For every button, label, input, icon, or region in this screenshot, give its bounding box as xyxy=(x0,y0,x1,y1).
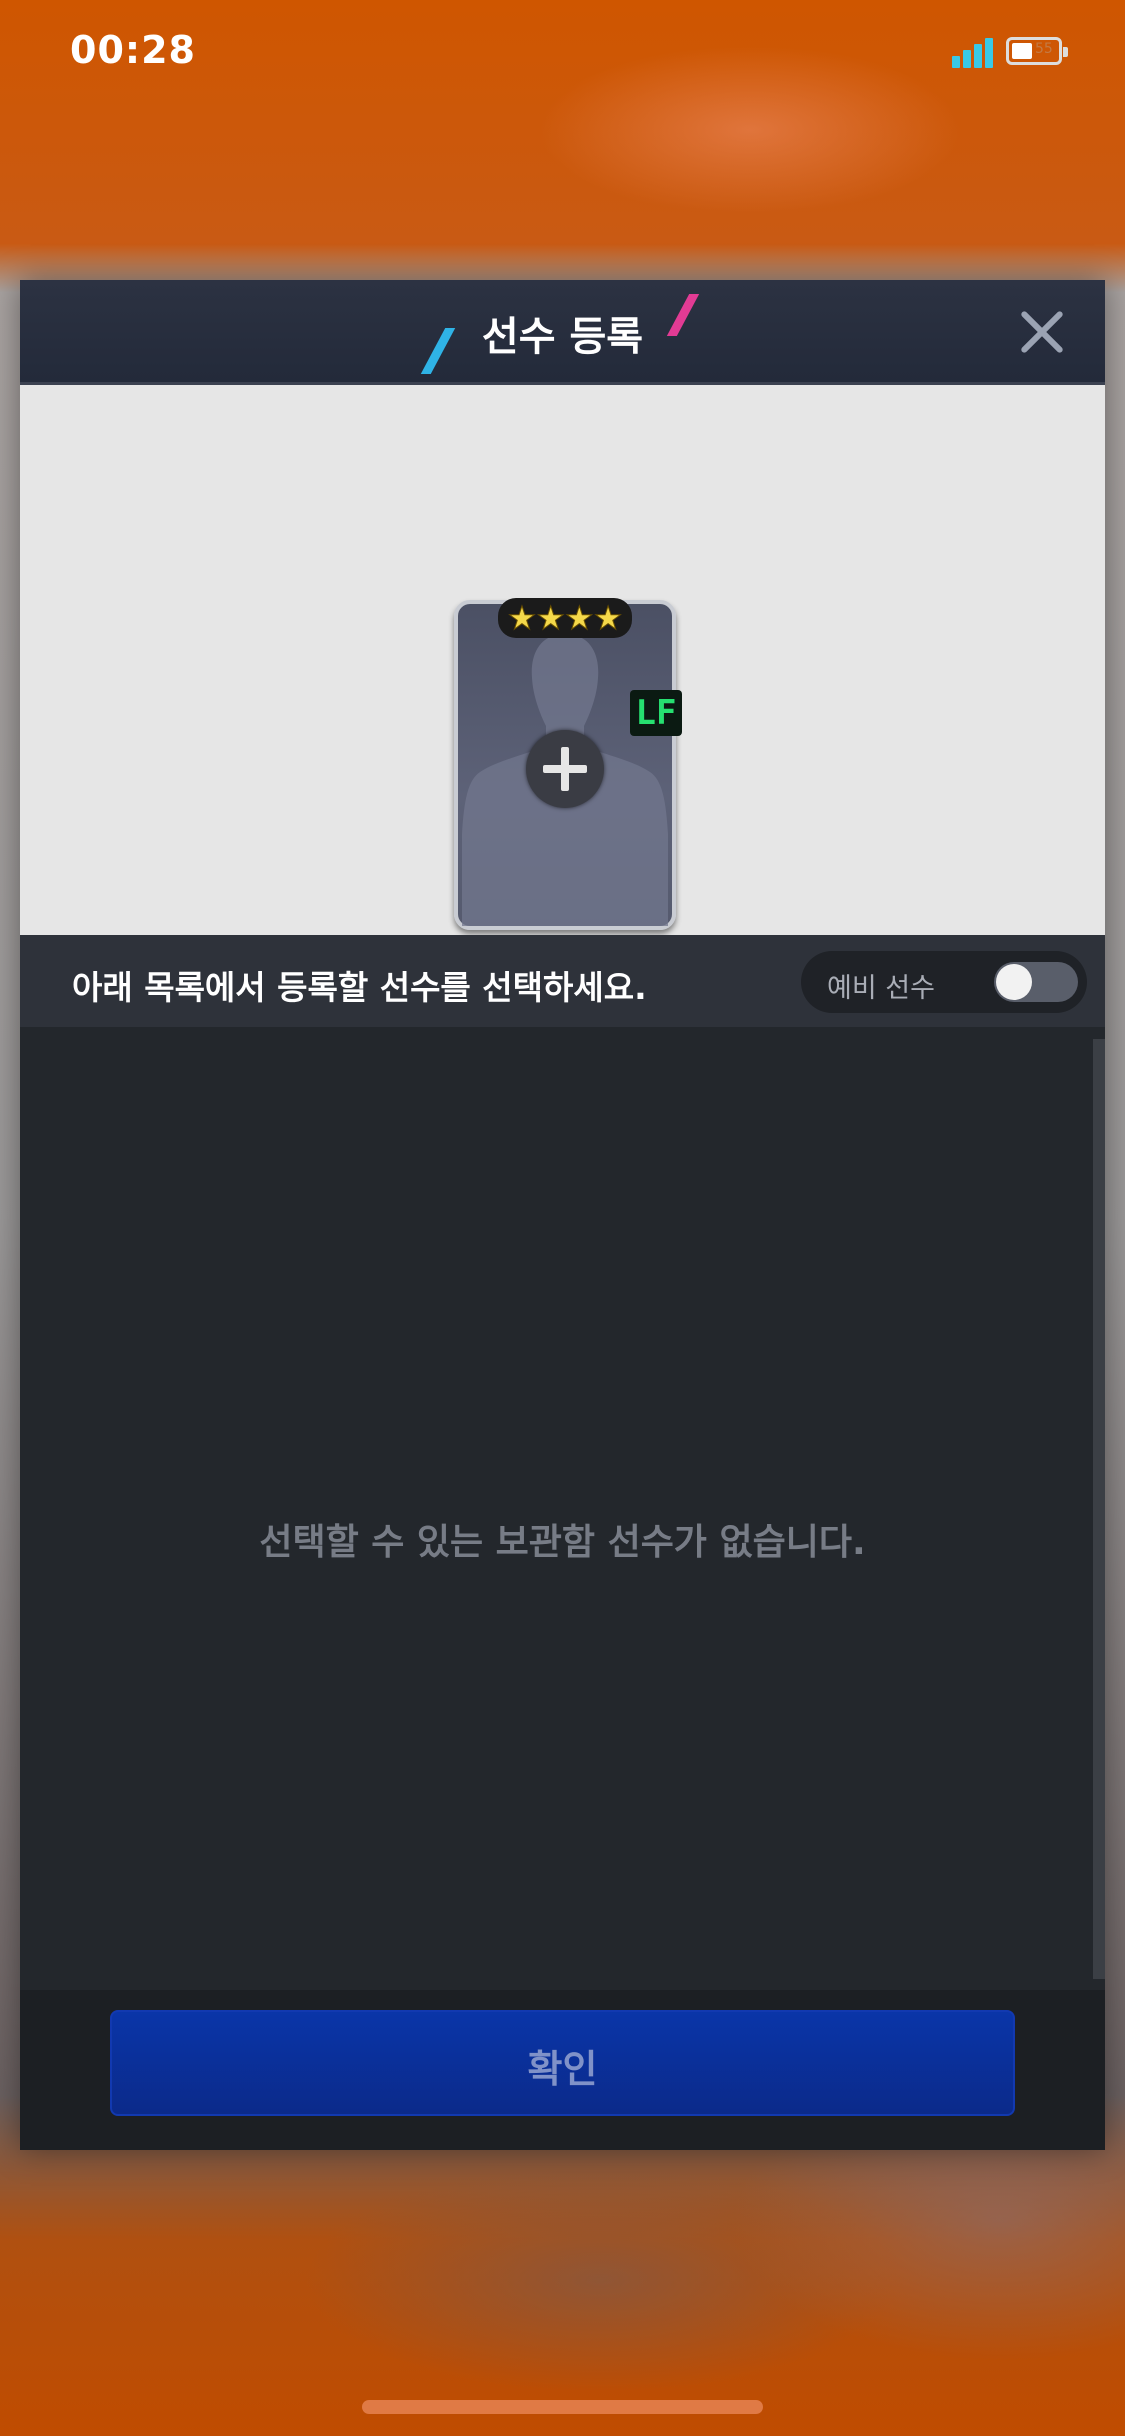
player-register-modal: 선수 등록 ★ ★ ★ ★ LF 아래 목록에서 등록할 선수를 선택하세요. … xyxy=(20,280,1105,2150)
modal-footer: 확인 xyxy=(20,1990,1105,2150)
star-icon: ★ xyxy=(536,599,566,637)
home-indicator[interactable] xyxy=(362,2400,763,2414)
confirm-button-label: 확인 xyxy=(527,2047,598,2091)
star-icon: ★ xyxy=(593,599,623,637)
position-badge: LF xyxy=(630,690,682,736)
confirm-button[interactable]: 확인 xyxy=(110,2010,1015,2116)
empty-list-message: 선택할 수 있는 보관함 선수가 없습니다. xyxy=(259,1522,866,1563)
status-bar: 00:28 55 xyxy=(0,0,1125,110)
card-area: ★ ★ ★ ★ LF xyxy=(20,385,1105,935)
add-player-icon[interactable] xyxy=(526,730,604,808)
star-rating: ★ ★ ★ ★ xyxy=(498,598,632,638)
star-icon: ★ xyxy=(507,599,537,637)
reserve-player-toggle[interactable] xyxy=(994,962,1078,1002)
battery-icon: 55 xyxy=(1006,37,1068,65)
scrollbar[interactable] xyxy=(1093,1039,1105,1979)
instruction-text: 아래 목록에서 등록할 선수를 선택하세요. xyxy=(72,968,647,1007)
battery-level: 55 xyxy=(1035,41,1053,57)
close-icon[interactable] xyxy=(1012,302,1072,362)
player-list: 선택할 수 있는 보관함 선수가 없습니다. xyxy=(20,1027,1105,1990)
instruction-bar: 아래 목록에서 등록할 선수를 선택하세요. 예비 선수 xyxy=(20,935,1105,1027)
modal-header: 선수 등록 xyxy=(20,280,1105,385)
reserve-player-toggle-group: 예비 선수 xyxy=(801,951,1087,1013)
star-icon: ★ xyxy=(565,599,595,637)
player-card-slot[interactable]: ★ ★ ★ ★ LF xyxy=(454,598,682,930)
signal-icon xyxy=(952,36,994,68)
status-time: 00:28 xyxy=(70,28,196,72)
modal-title: 선수 등록 xyxy=(481,314,644,360)
toggle-knob xyxy=(996,964,1032,1000)
reserve-player-label: 예비 선수 xyxy=(827,973,935,1004)
